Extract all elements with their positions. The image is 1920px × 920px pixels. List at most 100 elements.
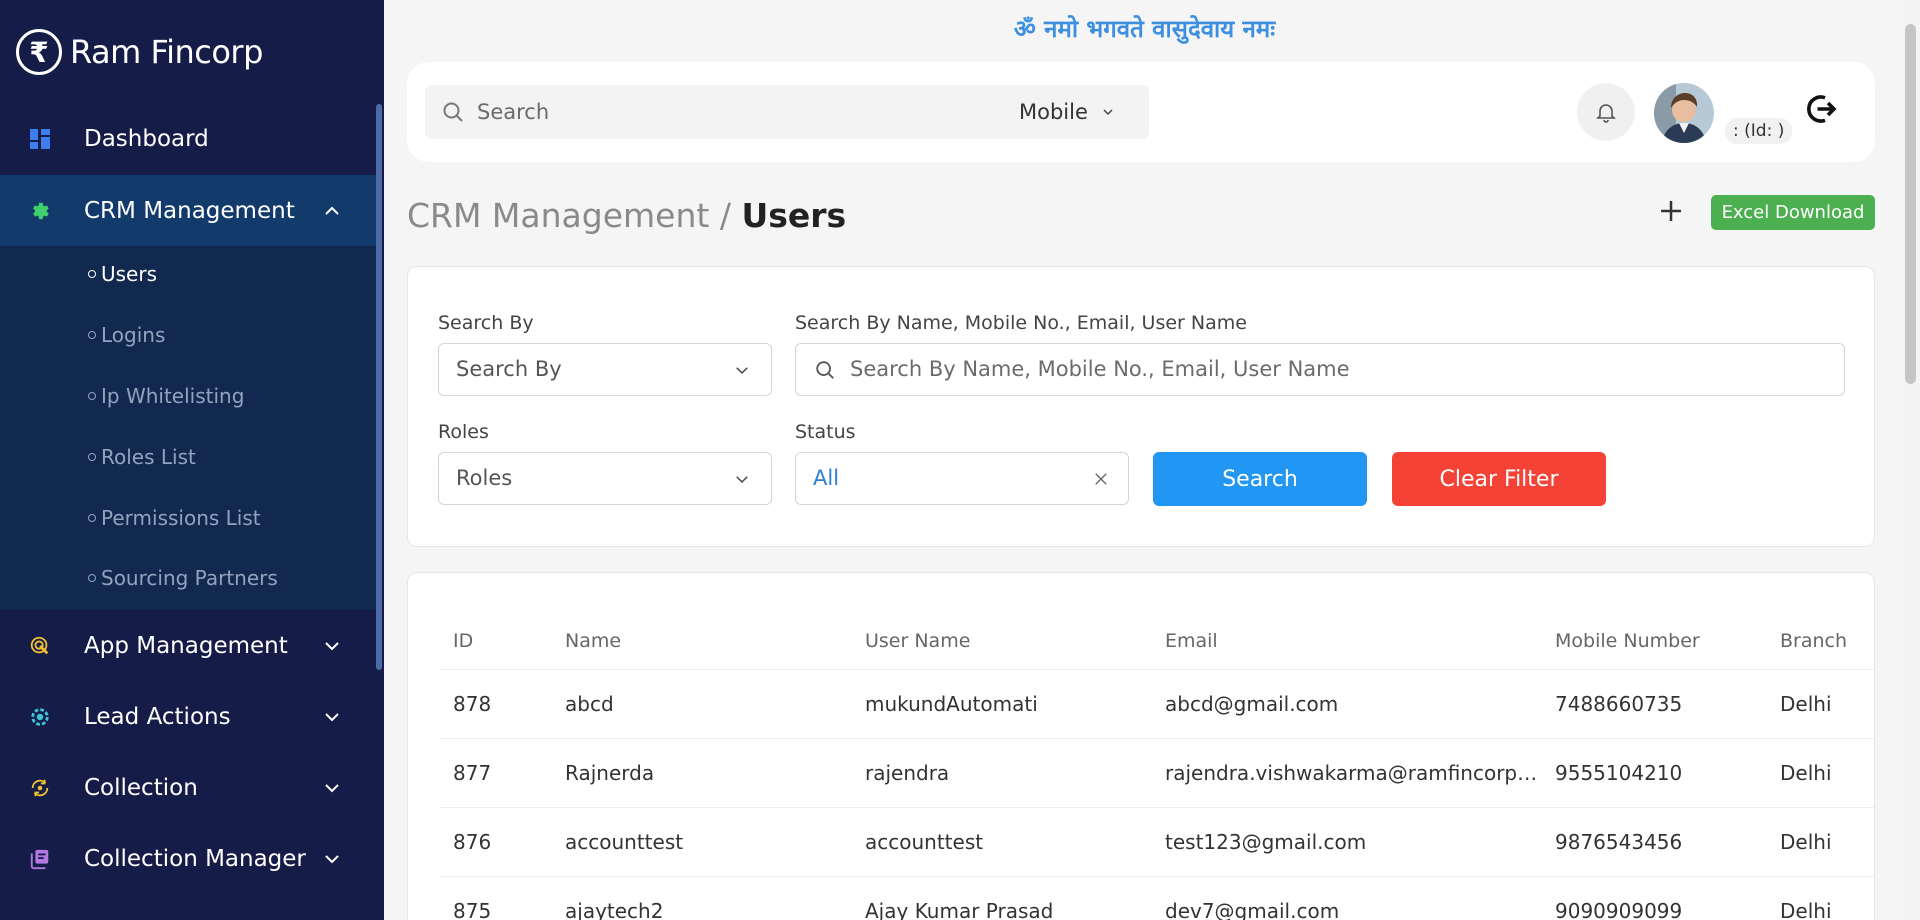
sidebar-subitem-logins[interactable]: Logins [88,323,165,347]
breadcrumb-parent[interactable]: CRM Management [407,196,709,235]
collection-cycle-icon [28,776,52,800]
clear-icon[interactable] [1092,470,1110,488]
page-scrollbar[interactable] [1902,0,1920,920]
circle-bullet-icon [88,513,96,522]
chevron-down-icon [736,476,748,484]
sidebar-subitem-permissions-list[interactable]: Permissions List [88,506,261,530]
search-mode-select[interactable]: Mobile [1019,85,1116,139]
user-id-badge: : (Id: ) [1725,118,1793,144]
cell-user-name: Ajay Kumar Prasad [851,876,1151,920]
crm-submenu: Users Logins Ip Whitelisting Roles List … [0,246,376,610]
subitem-label: Users [101,262,158,286]
sidebar-item-label: Lead Actions [84,703,231,730]
global-search-input[interactable] [477,85,997,139]
chevron-down-icon [325,783,339,792]
sidebar-item-label: App Management [84,632,288,659]
cell-user-name: mukundAutomati [851,669,1151,739]
subitem-label: Ip Whitelisting [101,384,245,408]
subitem-label: Roles List [101,445,196,469]
filter-panel: Search By Search By Search By Name, Mobi… [407,266,1875,547]
sidebar-item-app-management[interactable]: App Management [0,610,376,681]
search-by-value: Search By [456,357,562,381]
sidebar: ₹ Ram Fincorp Dashboard CRM Management U… [0,0,384,920]
table-row[interactable]: 875 ajaytech2 Ajay Kumar Prasad dev7@gma… [439,876,1874,920]
sidebar-item-lead-actions[interactable]: Lead Actions [0,681,376,752]
table-row[interactable]: 876 accounttest accounttest test123@gmai… [439,807,1874,877]
subitem-label: Sourcing Partners [101,566,278,590]
add-user-button[interactable] [1656,196,1686,226]
circle-bullet-icon [88,452,96,461]
subitem-label: Permissions List [101,506,261,530]
search-icon [816,361,834,379]
roles-select[interactable]: Roles [438,452,772,505]
table-header-row: ID Name User Name Email Mobile Number Br… [439,613,1874,670]
clear-filter-button[interactable]: Clear Filter [1392,452,1606,506]
search-by-select[interactable]: Search By [438,343,772,396]
rupee-logo-icon: ₹ [16,29,62,75]
mantra-header: ॐ नमो भगवते वासुदेवाय नमः [1013,15,1276,43]
scrollbar-thumb[interactable] [1905,24,1916,384]
brand[interactable]: ₹ Ram Fincorp [16,26,263,78]
column-header-name[interactable]: Name [551,613,851,670]
brand-name: Ram Fincorp [70,33,263,71]
table-row[interactable]: 878 abcd mukundAutomati abcd@gmail.com 7… [439,669,1874,739]
cell-email: abcd@gmail.com [1151,669,1541,739]
chevron-up-icon [325,206,339,215]
sidebar-item-collection[interactable]: Collection [0,752,376,823]
logout-icon[interactable] [1804,91,1840,127]
sidebar-item-label: Collection [84,774,198,801]
chevron-down-icon [325,854,339,863]
dashboard-grid-icon [28,127,52,151]
excel-download-button[interactable]: Excel Download [1711,195,1875,230]
sidebar-scrollbar[interactable] [376,104,382,670]
avatar[interactable] [1654,83,1714,143]
search-icon [443,102,463,122]
cell-mobile: 9876543456 [1541,807,1766,877]
cell-id: 877 [439,738,551,808]
cell-mobile: 9090909099 [1541,876,1766,920]
circle-bullet-icon [88,269,96,278]
cell-email: dev7@gmail.com [1151,876,1541,920]
lead-cog-icon [28,705,52,729]
app-touch-icon [28,634,52,658]
cell-mobile: 7488660735 [1541,669,1766,739]
notifications-button[interactable] [1577,83,1635,141]
table-row[interactable]: 877 Rajnerda rajendra rajendra.vishwakar… [439,738,1874,808]
column-header-id[interactable]: ID [439,613,551,670]
roles-label: Roles [438,421,489,443]
sidebar-item-collection-manager[interactable]: Collection Manager [0,823,376,894]
query-label: Search By Name, Mobile No., Email, User … [795,312,1247,334]
cell-id: 878 [439,669,551,739]
roles-value: Roles [456,466,513,490]
subitem-label: Logins [101,323,166,347]
sidebar-subitem-roles-list[interactable]: Roles List [88,445,196,469]
breadcrumb-separator: / [709,196,742,235]
cell-email: rajendra.vishwakarma@ramfincorp… [1151,738,1541,808]
sidebar-item-crm-management[interactable]: CRM Management [0,175,376,246]
column-header-mobile[interactable]: Mobile Number [1541,613,1766,670]
page-title: Users [741,196,847,235]
user-avatar-icon [1654,83,1714,143]
circle-bullet-icon [88,573,96,582]
gear-icon [28,199,52,223]
search-button[interactable]: Search [1153,452,1367,506]
circle-bullet-icon [88,330,96,339]
cell-email: test123@gmail.com [1151,807,1541,877]
query-field[interactable]: Search By Name, Mobile No., Email, User … [795,343,1845,396]
sidebar-item-dashboard[interactable]: Dashboard [0,103,376,174]
sidebar-subitem-sourcing-partners[interactable]: Sourcing Partners [88,566,278,590]
column-header-email[interactable]: Email [1151,613,1541,670]
chevron-down-icon [736,367,748,375]
cell-name: accounttest [551,807,851,877]
cell-branch: Delhi [1766,738,1874,808]
column-header-user-name[interactable]: User Name [851,613,1151,670]
cell-branch: Delhi [1766,669,1874,739]
cell-name: ajaytech2 [551,876,851,920]
column-header-branch[interactable]: Branch [1766,613,1874,670]
sidebar-subitem-ip-whitelisting[interactable]: Ip Whitelisting [88,384,244,408]
sidebar-subitem-users[interactable]: Users [88,262,157,286]
chevron-down-icon [1103,109,1113,116]
chevron-down-icon [325,641,339,650]
sidebar-item-label: Dashboard [84,125,209,152]
status-select[interactable]: All [795,452,1129,505]
